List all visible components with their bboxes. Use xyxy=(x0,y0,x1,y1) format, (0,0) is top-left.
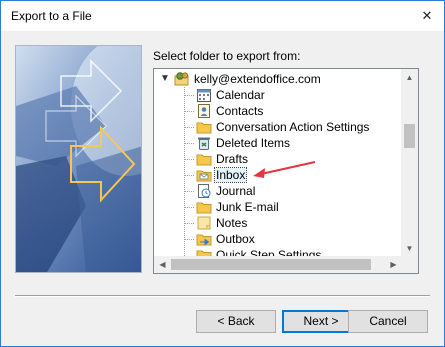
tree-item-outbox[interactable]: Outbox xyxy=(154,231,374,247)
tree-root-label: kelly@extendoffice.com xyxy=(194,72,321,86)
tree-root[interactable]: ▼ kelly@extendoffice.com xyxy=(154,71,394,87)
scroll-down-arrow-icon[interactable]: ▼ xyxy=(401,240,418,257)
tree-item-label: Calendar xyxy=(216,88,265,102)
folder-icon xyxy=(196,202,212,214)
tree-item-notes[interactable]: Notes xyxy=(154,215,374,231)
chevron-down-icon[interactable]: ▼ xyxy=(160,71,170,87)
window-title: Export to a File xyxy=(11,9,92,23)
annotation-arrow-icon xyxy=(253,161,316,178)
scrollbar-corner xyxy=(401,256,418,273)
notes-icon xyxy=(197,216,211,230)
outbox-icon xyxy=(196,234,212,246)
footer-divider xyxy=(15,295,430,297)
tree-item-contacts[interactable]: Contacts xyxy=(154,103,374,119)
trash-icon xyxy=(198,137,210,150)
back-button[interactable]: < Back xyxy=(196,310,276,333)
inbox-icon xyxy=(196,170,212,182)
tree-item-label: Drafts xyxy=(216,152,249,166)
cancel-button[interactable]: Cancel xyxy=(348,310,428,333)
scroll-right-arrow-icon[interactable]: ▶ xyxy=(385,256,402,273)
mailbox-icon xyxy=(174,72,189,86)
horizontal-scroll-thumb[interactable] xyxy=(171,259,371,270)
horizontal-scrollbar[interactable]: ◀ ▶ xyxy=(154,256,402,273)
tree-item-label: Inbox xyxy=(213,167,248,183)
title-bar: Export to a File ✕ xyxy=(1,1,444,31)
tree-item-label: Deleted Items xyxy=(216,136,291,150)
tree-item-label: Notes xyxy=(216,216,248,230)
scroll-left-arrow-icon[interactable]: ◀ xyxy=(154,256,171,273)
vertical-scroll-thumb[interactable] xyxy=(404,124,415,148)
wizard-graphic xyxy=(15,45,142,273)
folder-prompt: Select folder to export from: xyxy=(153,49,301,63)
tree-item-calendar[interactable]: Calendar xyxy=(154,87,374,103)
contacts-icon xyxy=(198,104,210,118)
tree-item-label: Contacts xyxy=(216,104,264,118)
tree-item-journal[interactable]: Journal xyxy=(154,183,374,199)
folder-icon xyxy=(196,154,212,166)
export-dialog: Export to a File ✕ Select folder to expo… xyxy=(0,0,445,347)
calendar-icon xyxy=(197,89,211,102)
tree-item-deleted-items[interactable]: Deleted Items xyxy=(154,135,374,151)
tree-item-label: Outbox xyxy=(216,232,255,246)
folder-icon xyxy=(196,122,212,134)
tree-item-label: Junk E-mail xyxy=(216,200,279,214)
tree-item-conversation-action-settings[interactable]: Conversation Action Settings xyxy=(154,119,394,135)
tree-item-label: Conversation Action Settings xyxy=(216,120,370,134)
vertical-scrollbar[interactable]: ▲ ▼ xyxy=(401,69,418,257)
close-button[interactable]: ✕ xyxy=(416,5,438,27)
tree-item-junk-email[interactable]: Junk E-mail xyxy=(154,199,374,215)
scroll-up-arrow-icon[interactable]: ▲ xyxy=(401,69,418,86)
journal-icon xyxy=(198,184,211,198)
tree-item-label: Journal xyxy=(216,184,256,198)
